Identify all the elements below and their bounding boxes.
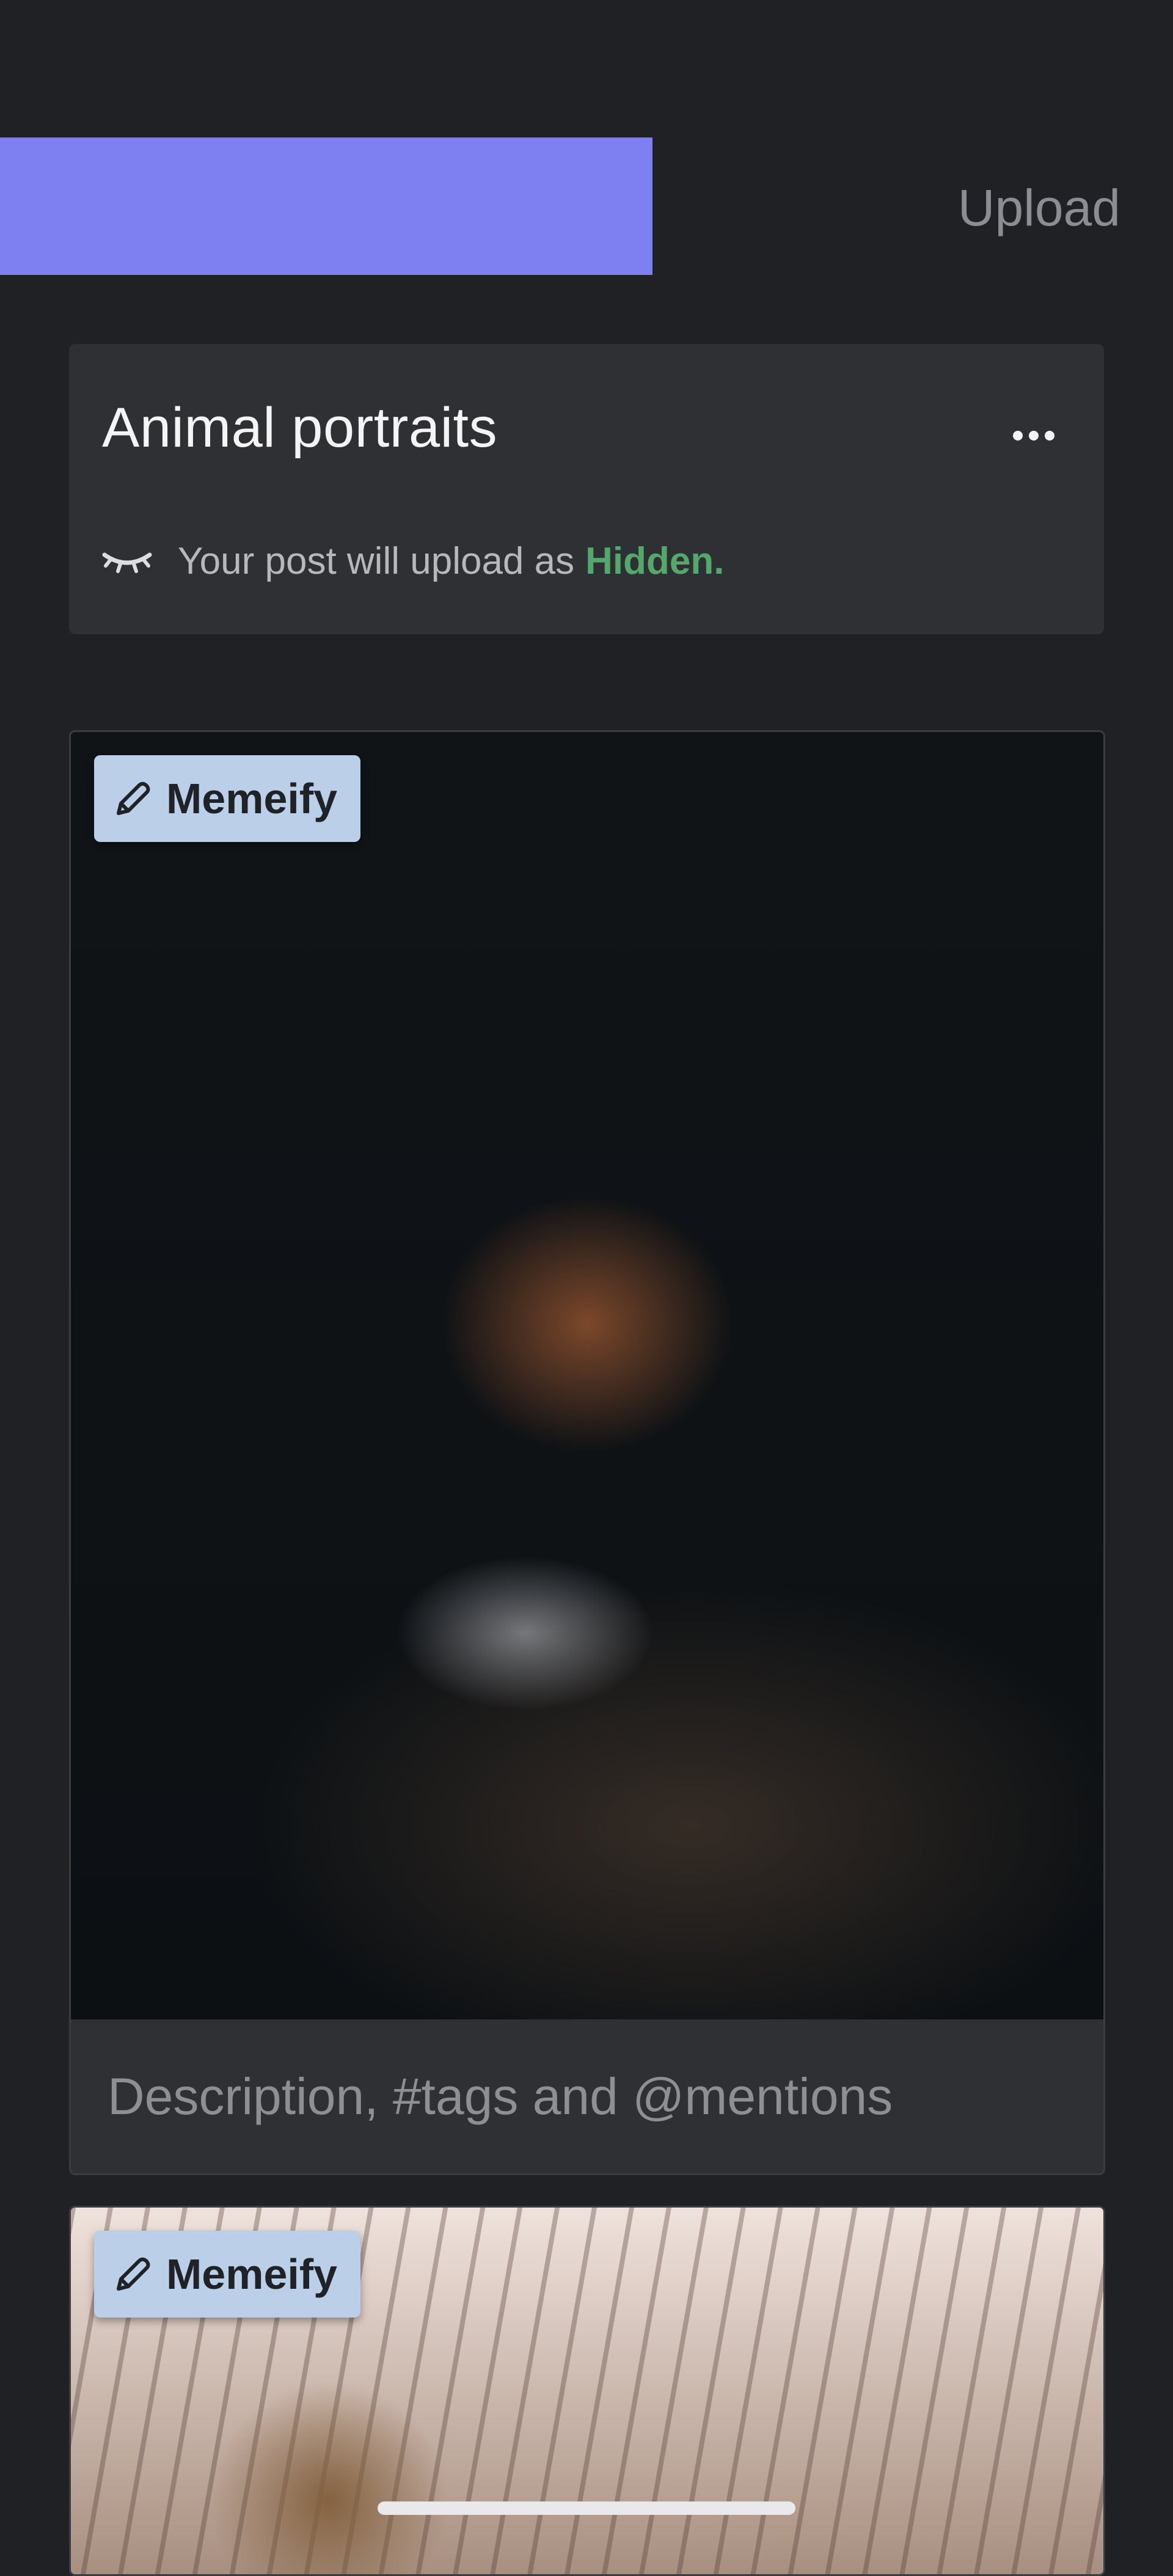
memeify-button[interactable]: Memeify bbox=[94, 2231, 361, 2318]
pencil-icon bbox=[117, 781, 150, 815]
more-dot bbox=[1029, 431, 1039, 441]
memeify-button[interactable]: Memeify bbox=[94, 755, 361, 842]
leopard-photo bbox=[71, 732, 1103, 2019]
image-card: Memeify bbox=[69, 730, 1105, 2175]
pencil-icon bbox=[117, 2257, 150, 2291]
eye-closed-icon bbox=[102, 552, 152, 573]
description-input[interactable] bbox=[71, 2019, 1103, 2173]
more-options-button[interactable] bbox=[1000, 417, 1067, 454]
post-title-card: Animal portraits Your post will upload a… bbox=[69, 344, 1104, 634]
upload-progress-bar bbox=[0, 137, 652, 275]
post-title[interactable]: Animal portraits bbox=[102, 396, 497, 460]
top-bar: Upload bbox=[0, 0, 1173, 312]
image-card: Memeify bbox=[69, 2206, 1105, 2576]
memeify-label: Memeify bbox=[166, 775, 338, 822]
visibility-status[interactable]: Your post will upload as Hidden. bbox=[102, 540, 724, 583]
more-dot bbox=[1045, 431, 1054, 441]
visibility-value: Hidden. bbox=[585, 540, 725, 582]
upload-button[interactable]: Upload bbox=[958, 171, 1120, 244]
visibility-text: Your post will upload as bbox=[178, 540, 575, 582]
home-indicator[interactable] bbox=[378, 2501, 795, 2515]
memeify-label: Memeify bbox=[166, 2250, 338, 2298]
more-horizontal-icon bbox=[1013, 431, 1023, 441]
